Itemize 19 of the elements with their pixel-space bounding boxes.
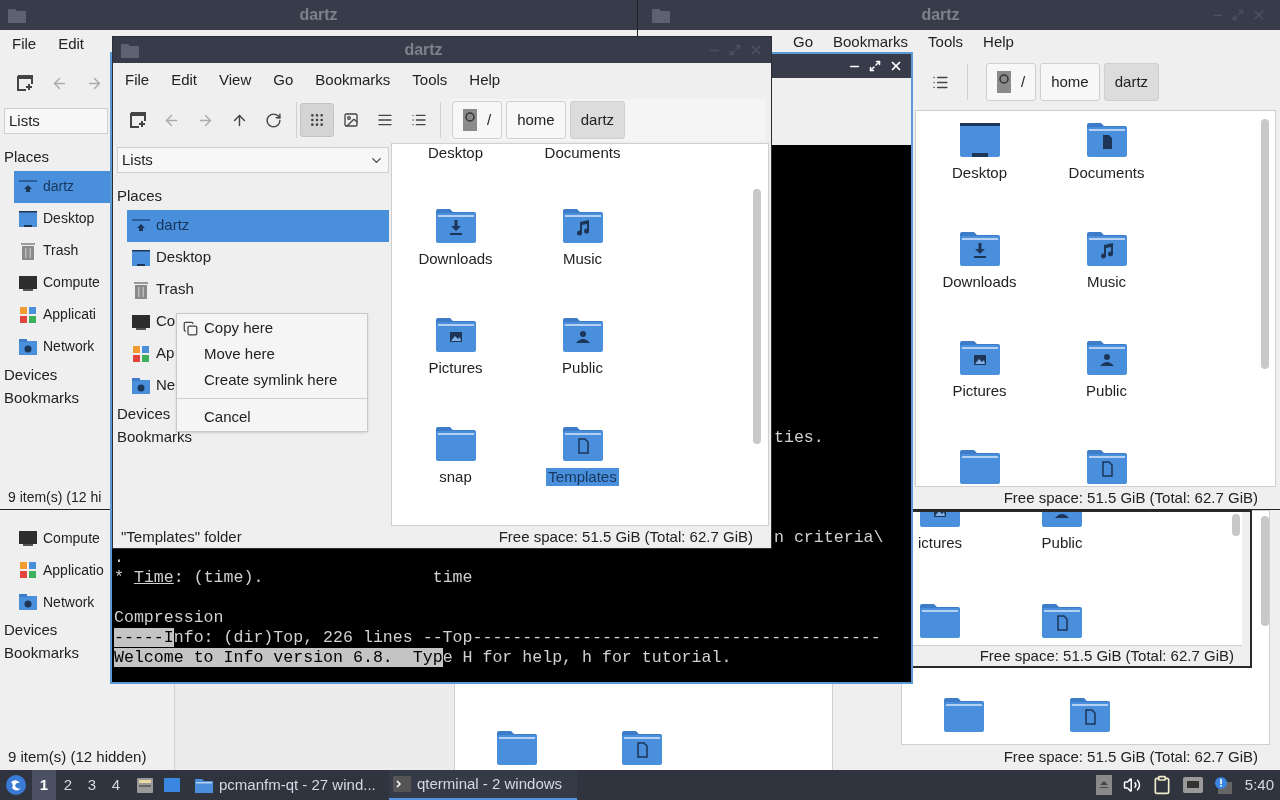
terminal-line: * Time: (time). time — [114, 571, 473, 585]
terminal-line: . — [114, 551, 124, 565]
clock: 5:40 — [1244, 774, 1274, 795]
terminal-line: -----Info: (dir)Top, 226 lines --Top----------------------------------------- — [114, 631, 881, 645]
window-title: dartz — [299, 5, 338, 25]
status-text: Free space: 51.5 GiB (Total: 62.7 GiB) — [1003, 747, 1258, 768]
status-text: 9 item(s) (12 hi — [7, 488, 103, 507]
status-text: "Templates" folder — [121, 526, 242, 547]
section-heading: Places — [117, 186, 163, 206]
window-title: dartz — [921, 5, 960, 25]
section-heading: Places — [4, 147, 51, 167]
status-text: Free space: 51.5 GiB (Total: 62.7 GiB) — [498, 526, 753, 547]
window-title: dartz — [404, 40, 443, 60]
status-text: Free space: 51.5 GiB (Total: 62.7 GiB) — [1003, 487, 1258, 508]
terminal-line: n criteria\ — [774, 531, 884, 545]
terminal-line: Compression — [114, 611, 224, 625]
terminal-line: ties. — [774, 431, 824, 445]
status-text: Free space: 51.5 GiB (Total: 62.7 GiB) — [979, 645, 1234, 666]
status-text: 9 item(s) (12 hidden) — [7, 747, 147, 767]
